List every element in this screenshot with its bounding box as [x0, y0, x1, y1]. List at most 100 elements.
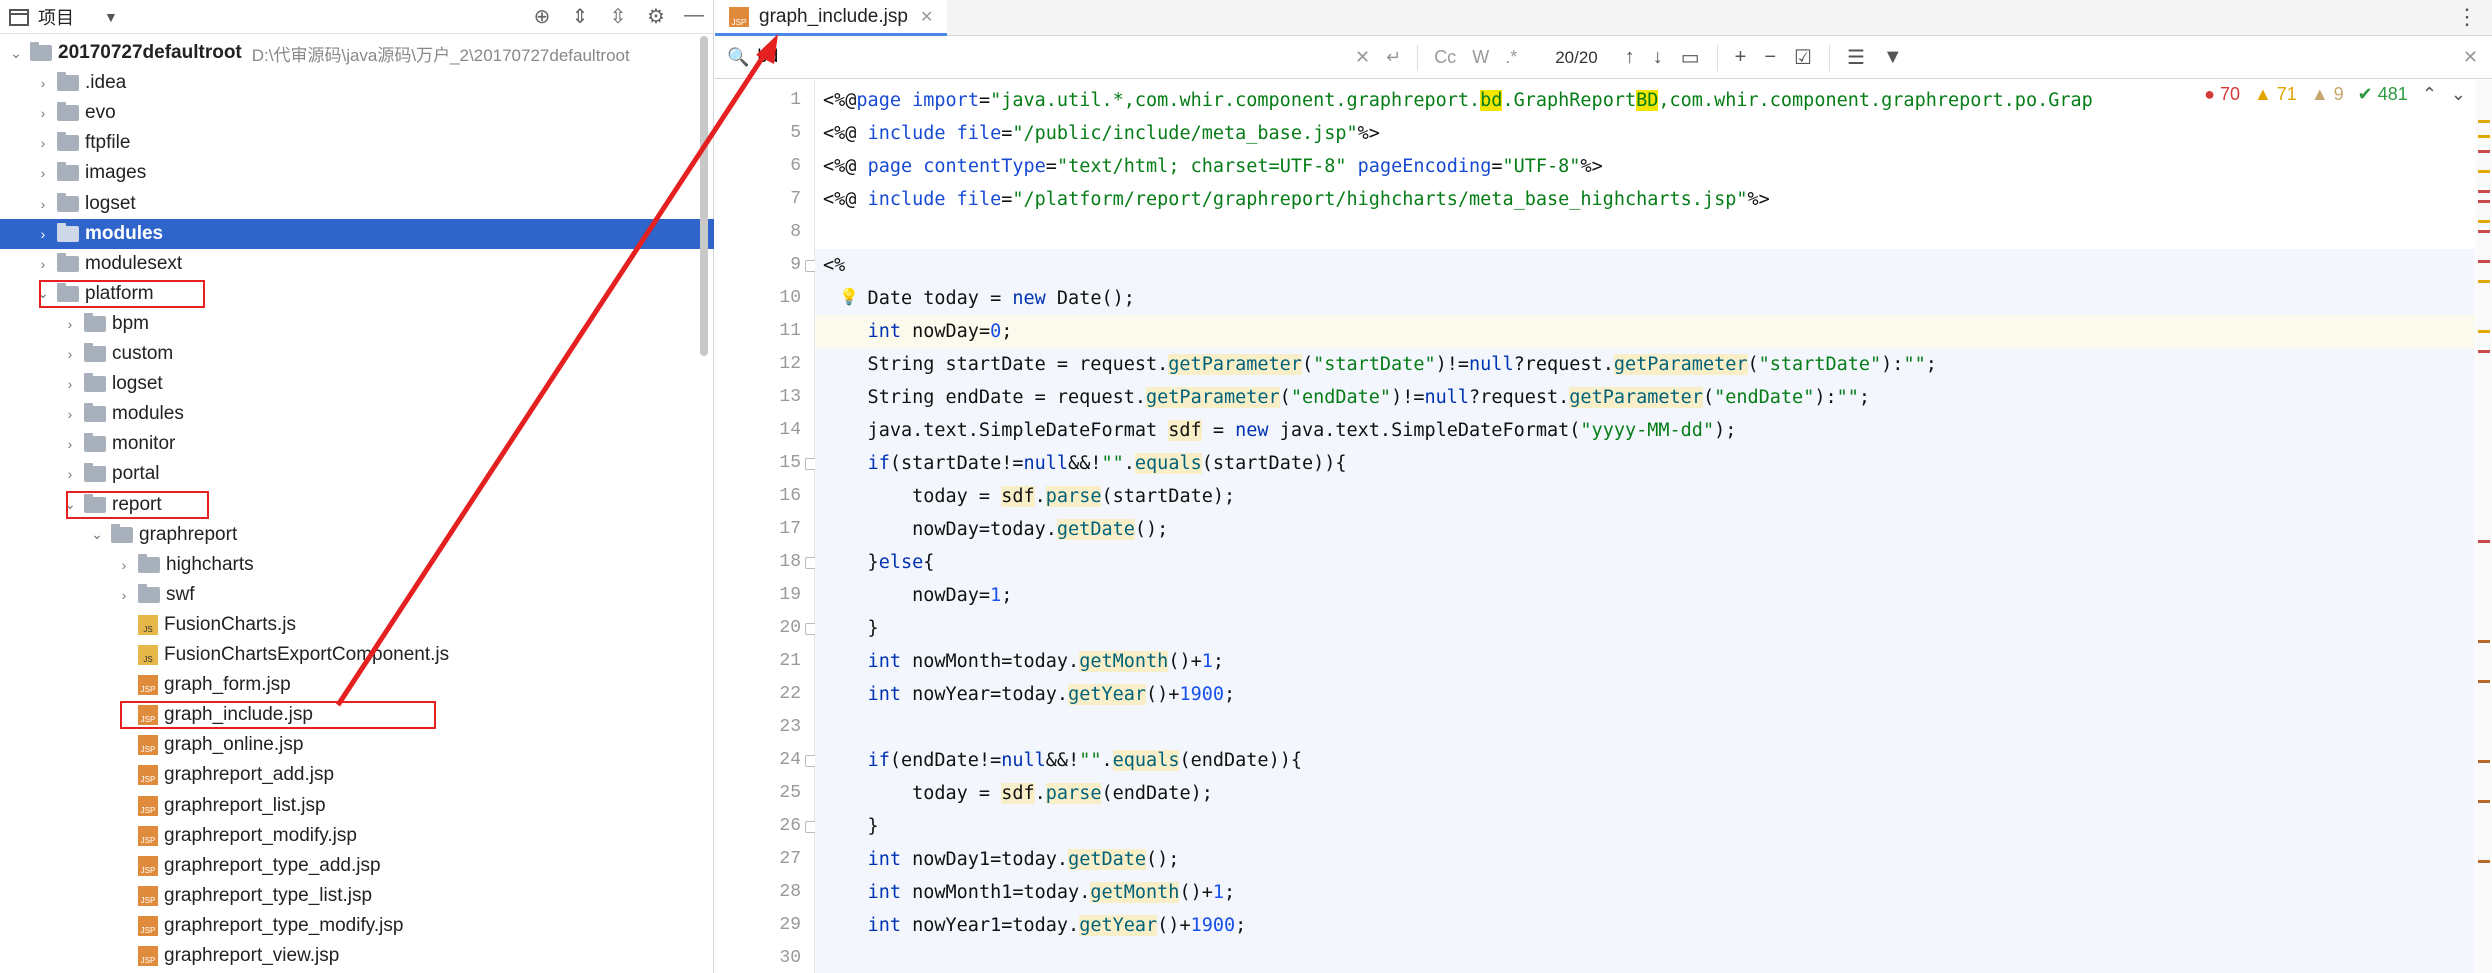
chevron-right-icon[interactable]: ›	[62, 376, 78, 392]
filter-icon[interactable]: ▼	[1883, 46, 1903, 69]
tree-item[interactable]: › highcharts	[0, 550, 714, 580]
chevron-right-icon[interactable]: ›	[35, 196, 51, 212]
chevron-right-icon[interactable]: ›	[116, 557, 132, 573]
weak-warning-count[interactable]: ▲ 9	[2311, 84, 2344, 105]
tree-scrollbar[interactable]	[700, 36, 708, 356]
chevron-down-icon[interactable]: ▼	[104, 9, 118, 25]
code-line[interactable]: int nowDay=0;	[815, 315, 2475, 348]
code-line[interactable]: <%@ page contentType="text/html; charset…	[815, 150, 2475, 183]
tab-graph-include[interactable]: JSP graph_include.jsp ✕	[715, 0, 948, 36]
project-panel-title[interactable]: 项目 ▼	[8, 4, 118, 30]
code-line[interactable]: if(startDate!=null&&!"".equals(startDate…	[815, 447, 2475, 480]
chevron-down-icon[interactable]: ⌄	[8, 45, 24, 62]
inspection-widget[interactable]: ● 70 ▲ 71 ▲ 9 ✔ 481 ⌃ ⌄	[2198, 84, 2472, 105]
close-find-icon[interactable]: ✕	[2463, 47, 2478, 68]
chevron-right-icon[interactable]: ›	[62, 406, 78, 422]
remove-occurrence-icon[interactable]: −	[1764, 46, 1776, 69]
chevron-right-icon[interactable]: ›	[35, 135, 51, 151]
tree-item[interactable]: JSP graphreport_type_modify.jsp	[0, 911, 714, 941]
tree-item[interactable]: › swf	[0, 580, 714, 610]
collapse-all-icon[interactable]: ⇳	[606, 4, 630, 29]
tree-item[interactable]: JSP graphreport_modify.jsp	[0, 821, 714, 851]
previous-match-icon[interactable]: ↑	[1625, 46, 1635, 69]
next-match-icon[interactable]: ↓	[1653, 46, 1663, 69]
chevron-right-icon[interactable]: ›	[35, 256, 51, 272]
chevron-up-icon[interactable]: ⌃	[2422, 84, 2437, 105]
code-line[interactable]: <%@ include file="/platform/report/graph…	[815, 183, 2475, 216]
tree-item[interactable]: JSP graphreport_type_add.jsp	[0, 851, 714, 881]
tree-item[interactable]: ⌄ graphreport	[0, 520, 714, 550]
select-in-window-icon[interactable]: ▭	[1681, 45, 1700, 70]
new-line-icon[interactable]: ↵	[1386, 47, 1401, 68]
warning-count[interactable]: ▲ 71	[2254, 84, 2297, 105]
code-line[interactable]: int nowDay1=today.getDate();	[815, 843, 2475, 876]
typo-count[interactable]: ✔ 481	[2358, 84, 2408, 105]
tree-item[interactable]: › custom	[0, 339, 714, 369]
expand-all-icon[interactable]: ⇕	[568, 4, 592, 29]
chevron-down-icon[interactable]: ⌄	[89, 526, 105, 543]
tree-item[interactable]: › images	[0, 158, 714, 188]
tree-item[interactable]: JSP graphreport_add.jsp	[0, 760, 714, 790]
close-tab-icon[interactable]: ✕	[920, 7, 933, 27]
gear-icon[interactable]: ⚙	[644, 4, 668, 29]
code-line[interactable]: int nowYear1=today.getYear()+1900;	[815, 909, 2475, 942]
select-all-occurrences-icon[interactable]: ☑	[1794, 45, 1812, 70]
search-icon[interactable]: 🔍	[727, 47, 753, 68]
tree-item[interactable]: › portal	[0, 459, 714, 489]
chevron-right-icon[interactable]: ›	[62, 316, 78, 332]
code-area[interactable]: <%@page import="java.util.*,com.whir.com…	[815, 80, 2475, 973]
whole-word-toggle[interactable]: W	[1472, 47, 1489, 68]
tree-item[interactable]: JS FusionChartsExportComponent.js	[0, 640, 714, 670]
tree-item[interactable]: › modules	[0, 218, 714, 249]
code-line[interactable]: nowDay=1;	[815, 579, 2475, 612]
code-line[interactable]: if(endDate!=null&&!"".equals(endDate)){	[815, 744, 2475, 777]
tree-item[interactable]: › .idea	[0, 68, 714, 98]
code-line[interactable]	[815, 216, 2475, 249]
code-line[interactable]: java.text.SimpleDateFormat sdf = new jav…	[815, 414, 2475, 447]
code-line[interactable]: int nowMonth1=today.getMonth()+1;	[815, 876, 2475, 909]
tree-item[interactable]: JS FusionCharts.js	[0, 610, 714, 640]
search-input[interactable]	[757, 42, 1347, 73]
code-line[interactable]: <%@ include file="/public/include/meta_b…	[815, 117, 2475, 150]
chevron-right-icon[interactable]: ›	[62, 346, 78, 362]
chevron-right-icon[interactable]: ›	[35, 105, 51, 121]
code-line[interactable]: }	[815, 810, 2475, 843]
chevron-right-icon[interactable]: ›	[35, 75, 51, 91]
tree-item[interactable]: JSP graphreport_view.jsp	[0, 941, 714, 971]
error-count[interactable]: ● 70	[2204, 84, 2240, 105]
tree-item[interactable]: › bpm	[0, 309, 714, 339]
chevron-right-icon[interactable]: ›	[62, 436, 78, 452]
chevron-down-icon[interactable]: ⌄	[2451, 84, 2466, 105]
tree-item[interactable]: › monitor	[0, 429, 714, 459]
regex-toggle[interactable]: .*	[1505, 47, 1517, 68]
chevron-right-icon[interactable]: ›	[35, 165, 51, 181]
tree-item[interactable]: JSP graphreport_list.jsp	[0, 791, 714, 821]
code-line[interactable]: nowDay=today.getDate();	[815, 513, 2475, 546]
code-line[interactable]	[815, 711, 2475, 744]
tree-item[interactable]: JSP graph_online.jsp	[0, 730, 714, 760]
code-line[interactable]	[815, 942, 2475, 973]
tree-item[interactable]: › logset	[0, 369, 714, 399]
code-line[interactable]: Date today = new Date();	[815, 282, 2475, 315]
intention-bulb-icon[interactable]: 💡	[839, 287, 859, 307]
tree-item[interactable]: JSP graphreport_type_list.jsp	[0, 881, 714, 911]
chevron-right-icon[interactable]: ›	[35, 226, 51, 242]
tree-item[interactable]: › logset	[0, 189, 714, 219]
code-line[interactable]: String endDate = request.getParameter("e…	[815, 381, 2475, 414]
editor-scrollbar-markers[interactable]	[2476, 80, 2492, 973]
code-line[interactable]: String startDate = request.getParameter(…	[815, 348, 2475, 381]
clear-search-icon[interactable]: ✕	[1355, 47, 1370, 68]
tree-item[interactable]: JSP graph_form.jsp	[0, 670, 714, 700]
more-options-icon[interactable]: ⋮	[2456, 4, 2478, 30]
tree-item[interactable]: › modules	[0, 399, 714, 429]
code-line[interactable]: today = sdf.parse(endDate);	[815, 777, 2475, 810]
tree-item[interactable]: › ftpfile	[0, 128, 714, 158]
tree-item[interactable]: › evo	[0, 98, 714, 128]
match-case-toggle[interactable]: Cc	[1434, 47, 1456, 68]
code-line[interactable]: }	[815, 612, 2475, 645]
tree-item[interactable]: › modulesext	[0, 249, 714, 279]
chevron-right-icon[interactable]: ›	[62, 466, 78, 482]
code-line[interactable]: int nowMonth=today.getMonth()+1;	[815, 645, 2475, 678]
filter-options-icon[interactable]: ☰	[1847, 45, 1865, 70]
code-line[interactable]: int nowYear=today.getYear()+1900;	[815, 678, 2475, 711]
